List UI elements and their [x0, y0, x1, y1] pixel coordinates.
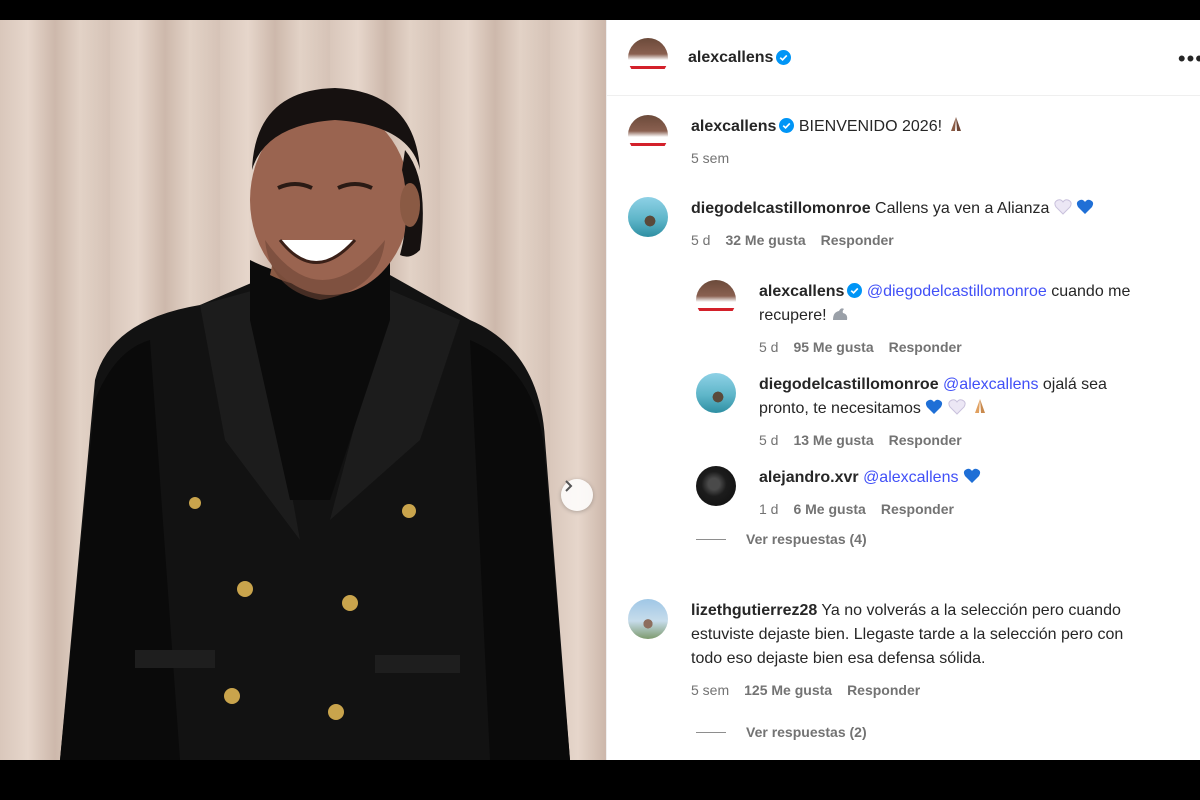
reply-text: pronto, te necesitamos [759, 400, 921, 417]
reply-time: 1 d [759, 501, 779, 517]
comment-text: todo eso dejaste bien esa defensa sólida… [691, 650, 986, 667]
mention-link[interactable]: @diegodelcastillomonroe [867, 283, 1047, 300]
reply: alexcallens @diegodelcastillomonroe cuan… [696, 280, 1186, 359]
view-replies-button[interactable]: Ver respuestas (4) [696, 531, 867, 547]
mention-link[interactable]: @alexcallens [943, 376, 1038, 393]
comment: lizethgutierrez28 Ya no volverás a la se… [628, 599, 1188, 702]
reply-likes[interactable]: 13 Me gusta [793, 428, 873, 452]
blue-heart-icon [926, 399, 943, 414]
comment-text: estuviste dejaste bien. Llegaste tarde a… [691, 626, 1124, 643]
reply-username[interactable]: alexcallens [759, 283, 844, 300]
comment-likes[interactable]: 32 Me gusta [725, 228, 805, 252]
reply-likes[interactable]: 6 Me gusta [793, 497, 865, 521]
view-replies-label: Ver respuestas (2) [746, 724, 867, 740]
comments-panel: alexcallens ••• alexcallens BIENVENIDO 2… [606, 20, 1200, 760]
commenter-avatar[interactable] [696, 280, 736, 320]
flexed-biceps-icon [833, 308, 848, 320]
blue-heart-icon [1077, 199, 1094, 214]
divider-line [696, 538, 726, 540]
comment-text: Callens ya ven a Alianza [875, 200, 1050, 217]
owner-username[interactable]: alexcallens [688, 49, 773, 67]
reply: diegodelcastillomonroe @alexcallens ojal… [696, 373, 1186, 452]
caption-username[interactable]: alexcallens [691, 118, 776, 135]
comment-time: 5 sem [691, 682, 730, 698]
reply-button[interactable]: Responder [847, 678, 920, 702]
reply-text: ojalá sea [1042, 376, 1107, 393]
view-replies-button[interactable]: Ver respuestas (2) [696, 724, 867, 740]
commenter-avatar[interactable] [696, 466, 736, 506]
owner-avatar[interactable] [628, 37, 668, 78]
post-caption: alexcallens BIENVENIDO 2026! 5 sem [628, 115, 966, 170]
comment-text: Ya no volverás a la selección pero cuand… [821, 602, 1121, 619]
comment: diegodelcastillomonroe Callens ya ven a … [628, 197, 1094, 252]
next-photo-button[interactable] [561, 479, 593, 511]
caption-text: BIENVENIDO 2026! [798, 118, 943, 135]
pray-icon [975, 399, 986, 413]
more-options-icon[interactable]: ••• [1178, 46, 1200, 72]
commenter-avatar[interactable] [696, 373, 736, 413]
comment-username[interactable]: diegodelcastillomonroe [691, 200, 871, 217]
reply-time: 5 d [759, 339, 779, 355]
reply-likes[interactable]: 95 Me gusta [793, 335, 873, 359]
verified-badge-icon [779, 118, 795, 133]
comment-likes[interactable]: 125 Me gusta [744, 678, 832, 702]
commenter-avatar[interactable] [628, 599, 668, 639]
blue-heart-icon [963, 468, 981, 483]
reply-text: cuando me [1051, 283, 1131, 300]
reply-username[interactable]: diegodelcastillomonroe [759, 376, 939, 393]
comment-username[interactable]: lizethgutierrez28 [691, 602, 817, 619]
owner-avatar[interactable] [628, 115, 668, 155]
reply-text: recupere! [759, 307, 827, 324]
view-replies-label: Ver respuestas (4) [746, 531, 867, 547]
reply-button[interactable]: Responder [889, 428, 962, 452]
mention-link[interactable]: @alexcallens [863, 469, 958, 486]
reply-time: 5 d [759, 432, 779, 448]
white-heart-icon [1054, 199, 1072, 215]
reply-button[interactable]: Responder [821, 228, 894, 252]
reply-username[interactable]: alejandro.xvr [759, 469, 859, 486]
chevron-right-icon [565, 480, 573, 492]
reply-button[interactable]: Responder [889, 335, 962, 359]
post-viewer: alexcallens ••• alexcallens BIENVENIDO 2… [0, 20, 1200, 760]
verified-badge-icon [776, 50, 792, 65]
pray-icon [951, 117, 962, 131]
post-header: alexcallens ••• [607, 20, 1200, 96]
commenter-avatar[interactable] [628, 197, 668, 237]
caption-time: 5 sem [691, 150, 730, 166]
white-heart-icon [948, 399, 966, 415]
verified-badge-icon [847, 283, 863, 298]
comment-time: 5 d [691, 232, 711, 248]
reply: alejandro.xvr @alexcallens 1 d 6 Me gust… [696, 466, 1186, 521]
player-photo-illustration [60, 88, 570, 760]
reply-button[interactable]: Responder [881, 497, 954, 521]
post-photo[interactable] [0, 20, 606, 760]
divider-line [696, 731, 726, 733]
